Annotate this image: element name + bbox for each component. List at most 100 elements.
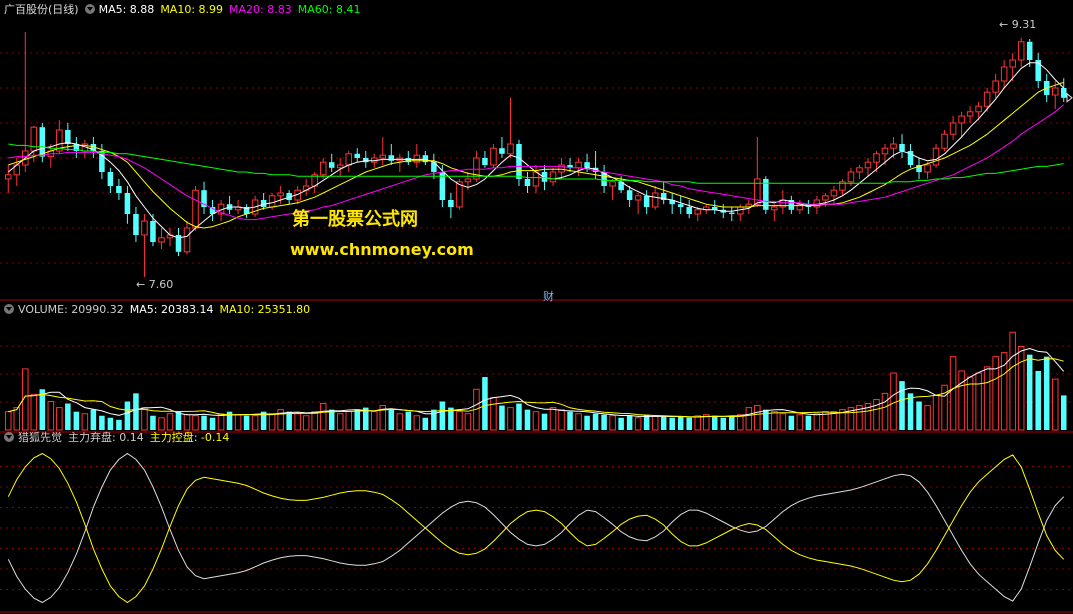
control-label: 主力控盘: -0.14: [149, 431, 230, 444]
volume-bar-down: [133, 393, 139, 430]
volume-bar-up: [56, 407, 63, 431]
volume-bar-down: [422, 417, 429, 430]
ma-line-ma5: [7, 62, 1065, 239]
volume-bar-down: [626, 415, 633, 430]
volume-bar-up: [4, 411, 12, 431]
ma60-label: MA60: 8.41: [297, 3, 361, 16]
volume-bar-up: [575, 413, 582, 431]
candle-body-down: [516, 144, 522, 179]
volume-bar-down: [175, 411, 182, 430]
collapse-icon[interactable]: [4, 304, 14, 314]
volume-bar-up: [745, 407, 753, 431]
volume-bar-up: [30, 393, 38, 431]
volume-bar-down: [243, 415, 250, 430]
candle-body-up: [873, 153, 880, 163]
candle-body-down: [150, 221, 156, 242]
volume-bar-up: [1000, 352, 1008, 431]
volume-bar-down: [805, 415, 812, 430]
volume-bar-down: [660, 416, 667, 430]
volume-bar-up: [507, 407, 514, 431]
candle-body-down: [524, 179, 531, 186]
volume-bar-up: [549, 407, 557, 431]
candle-body-down: [626, 190, 633, 200]
volume-bar-down: [916, 401, 922, 430]
ma-line-ma60: [8, 143, 1064, 184]
volume-bar-up: [651, 415, 659, 431]
candle-body-up: [949, 122, 957, 135]
volume-bar-up: [694, 415, 701, 431]
volume-bar-up: [158, 417, 165, 431]
volume-bar-down: [90, 409, 97, 430]
volume-bar-up: [830, 411, 838, 431]
candle-body-up: [277, 192, 284, 197]
volume-bar-up: [456, 411, 463, 431]
volume-bar-up: [779, 413, 787, 431]
volume-bar-up: [737, 414, 744, 431]
volume-bar-down: [328, 409, 335, 430]
volume-bar-down: [405, 411, 412, 430]
volume-bar-down: [524, 409, 531, 430]
candle-body-down: [1026, 41, 1033, 60]
volume-panel-header: VOLUME: 20990.32 MA5: 20383.14 MA10: 25351…: [4, 302, 316, 318]
candle-body-up: [932, 147, 940, 166]
candle-body-down: [499, 148, 505, 154]
financial-event-marker[interactable]: 财: [543, 288, 554, 304]
candle-body-up: [4, 174, 12, 180]
candle-body-down: [39, 127, 46, 157]
ma20-label: MA20: 8.83: [229, 3, 292, 16]
volume-bar-up: [13, 407, 21, 431]
volume-bar-down: [116, 419, 122, 430]
candle-body-up: [1017, 41, 1025, 61]
volume-bar-up: [1051, 378, 1059, 431]
volume-bar-down: [567, 411, 573, 430]
candle-body-up: [1000, 66, 1008, 82]
volume-bar-down: [686, 417, 692, 430]
volume-bar-up: [813, 413, 821, 431]
vol-ma10-label: MA10: 25351.80: [219, 303, 311, 316]
volume-bar-up: [490, 396, 497, 431]
volume-bar-up: [371, 411, 378, 431]
volume-bar-down: [150, 415, 156, 430]
volume-bar-down: [1043, 356, 1050, 430]
volume-bar-up: [234, 414, 242, 431]
candle-body-down: [116, 186, 122, 193]
candle-body-up: [192, 189, 199, 229]
ma-line-ma20: [8, 104, 1065, 221]
collapse-icon[interactable]: [84, 4, 95, 14]
abandon-label: 主力弃盘: 0.14: [68, 431, 144, 444]
candle-body-down: [354, 153, 361, 158]
panel-title: 广百股份(日线): [4, 3, 79, 16]
watermark-title: 第一股票公式网: [292, 209, 418, 230]
volume-bar-up: [311, 411, 318, 431]
candle-body-up: [141, 220, 148, 236]
volume-bar-up: [183, 414, 191, 431]
volume-bar-up: [251, 415, 259, 431]
volume-bar-up: [47, 400, 55, 431]
volume-bar-up: [796, 414, 804, 431]
last-price-marker: [1066, 92, 1073, 103]
candle-body-up: [966, 111, 974, 117]
low-price-label: ← 7.60: [136, 278, 174, 291]
volume-bar-up: [294, 413, 301, 431]
collapse-icon[interactable]: [4, 432, 14, 442]
volume-bar-up: [890, 372, 897, 431]
candle-body-down: [65, 130, 71, 144]
volume-bar-down: [592, 413, 599, 430]
volume-bar-up: [558, 409, 565, 431]
volume-bar-up: [319, 403, 327, 431]
volume-bar-down: [201, 415, 207, 430]
candle-body-up: [30, 126, 38, 152]
candle-body-up: [941, 133, 948, 149]
volume-bar-up: [1009, 331, 1016, 431]
volume-bar-up: [141, 407, 148, 431]
volume-bar-down: [907, 393, 914, 430]
volume-bar-up: [336, 413, 344, 431]
candle-body-up: [490, 147, 497, 166]
high-price-label: ← 9.31: [999, 18, 1037, 31]
volume-bar-up: [217, 413, 225, 431]
candle-body-up: [336, 164, 344, 169]
oscillator-panel-header: 猎狐先觉 主力弃盘: 0.14 主力控盘: -0.14: [4, 430, 235, 446]
candle-body-down: [899, 144, 905, 151]
volume-bar-up: [345, 411, 353, 431]
candle-body-up: [983, 91, 991, 107]
